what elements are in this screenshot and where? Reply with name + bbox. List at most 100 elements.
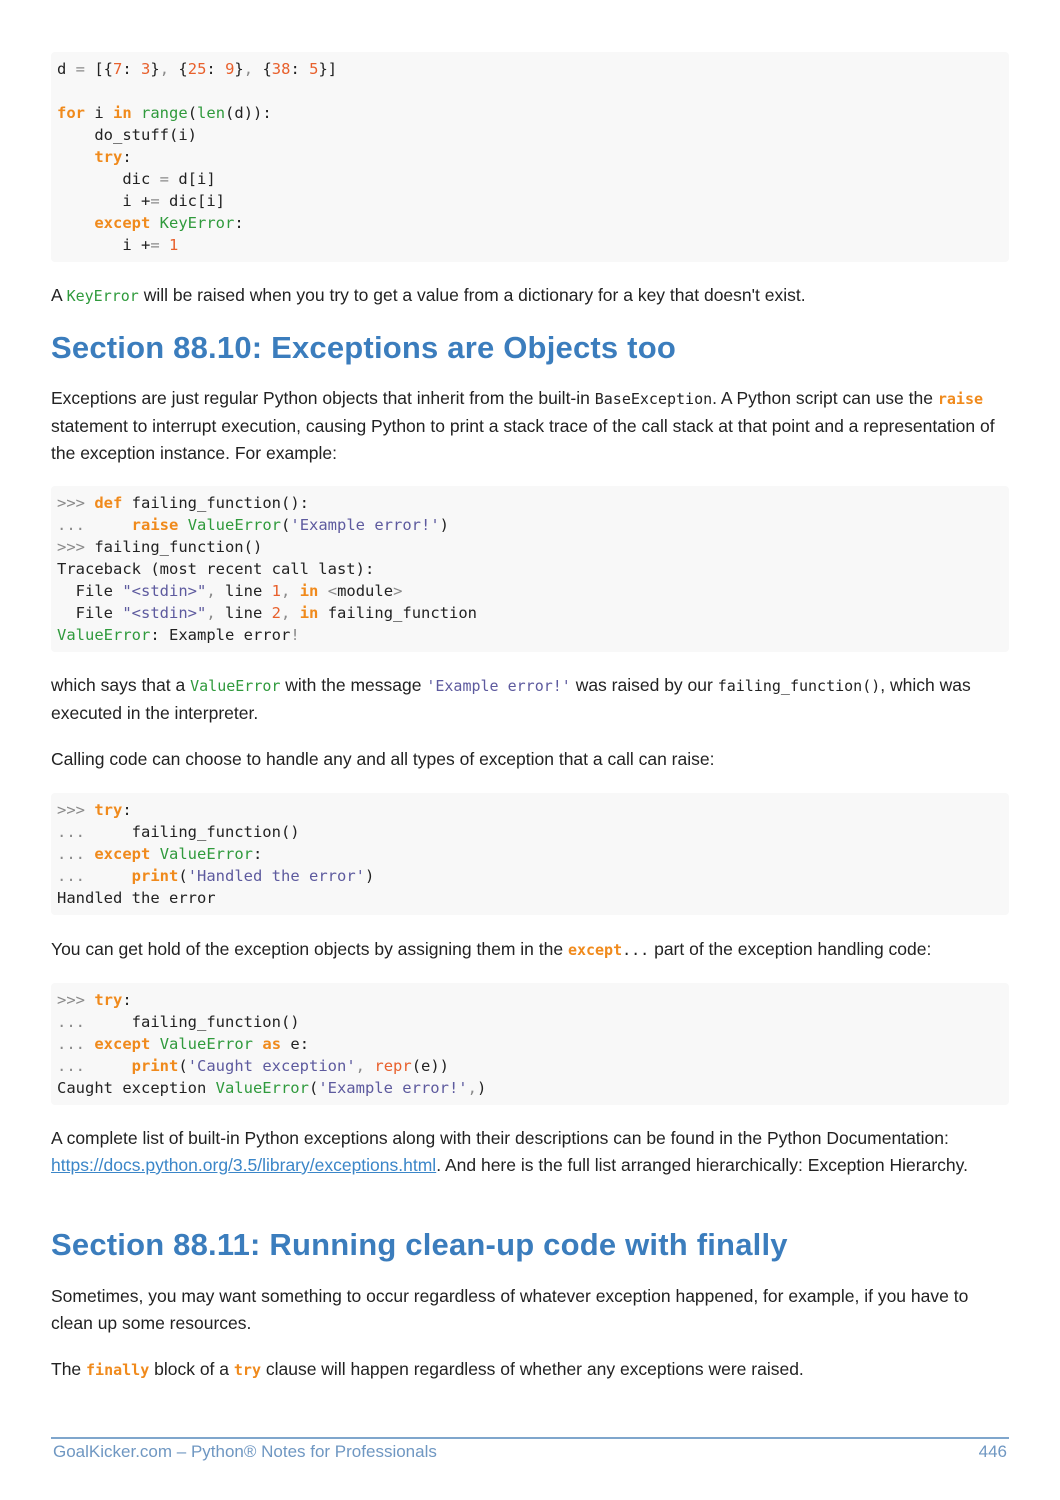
code-line: >>> try: — [57, 989, 1003, 1011]
code-token: i — [85, 104, 113, 122]
text-run: The — [51, 1359, 87, 1379]
text-run: A complete list of built-in Python excep… — [51, 1128, 949, 1148]
code-token: ValueError — [159, 845, 254, 863]
code-token: def — [94, 494, 123, 512]
code-token: do_stuff(i) — [57, 126, 197, 144]
code-token: except — [94, 1035, 151, 1053]
code-token: 7 — [113, 60, 123, 78]
code-token: line — [215, 604, 272, 622]
code-token: } — [234, 60, 244, 78]
code-line: Handled the error — [57, 887, 1003, 909]
code-token: 2 — [271, 604, 282, 622]
code-token: = — [150, 192, 160, 210]
code-token: 'Example error!' — [318, 1079, 468, 1097]
code-token: : — [206, 60, 226, 78]
text-run: will be raised when you try to get a val… — [138, 285, 806, 305]
text-run: with the message — [280, 675, 427, 695]
code-token: File — [57, 604, 123, 622]
code-token: : — [122, 60, 142, 78]
code-line: ... except ValueError as e: — [57, 1033, 1003, 1055]
code-line: ... raise ValueError('Example error!') — [57, 514, 1003, 536]
code-token: , — [281, 582, 291, 600]
paragraph-complete-list: A complete list of built-in Python excep… — [51, 1125, 1009, 1179]
code-token: d[i] — [169, 170, 216, 188]
code-token: ... — [57, 1013, 85, 1031]
code-token: ( — [281, 516, 291, 534]
inline-code: finally — [86, 1361, 150, 1379]
code-token: e: — [281, 1035, 310, 1053]
text-run: statement to interrupt execution, causin… — [51, 416, 995, 463]
paragraph-which-says: which says that a ValueError with the me… — [51, 672, 1009, 727]
text-run: block of a — [149, 1359, 234, 1379]
code-token: : — [122, 148, 132, 166]
code-token: 1 — [169, 236, 179, 254]
code-line: >>> try: — [57, 799, 1003, 821]
code-token: = — [75, 60, 86, 78]
code-token: failing_function(): — [122, 494, 309, 512]
inline-code: BaseException — [594, 390, 713, 408]
code-token: failing_function() — [85, 823, 300, 841]
code-line: ... failing_function() — [57, 821, 1003, 843]
code-token: dic — [57, 170, 160, 188]
code-token: ( — [178, 1057, 188, 1075]
code-line: ValueError: Example error! — [57, 624, 1003, 646]
code-token: ... — [57, 1057, 85, 1075]
code-token: : — [253, 845, 263, 863]
paragraph-calling-code: Calling code can choose to handle any an… — [51, 746, 1009, 773]
docs-link[interactable]: https://docs.python.org/3.5/library/exce… — [51, 1155, 436, 1175]
code-token: except — [94, 214, 151, 232]
code-line: ... failing_function() — [57, 1011, 1003, 1033]
code-token: : — [290, 60, 310, 78]
code-token: try — [94, 148, 123, 166]
code-token: 'Handled the error' — [187, 867, 365, 885]
code-token: : — [122, 991, 132, 1009]
code-token: ) — [476, 1079, 487, 1097]
code-token: 'Caught exception' — [187, 1057, 356, 1075]
code-token: for — [57, 104, 85, 122]
code-token: , — [467, 1079, 477, 1097]
code-token: } — [150, 60, 160, 78]
code-token: : Example error — [150, 626, 291, 644]
code-token: >>> — [57, 991, 85, 1009]
code-token: ( — [308, 1079, 319, 1097]
code-token: >>> — [57, 494, 85, 512]
code-token: Handled the error — [57, 889, 216, 907]
code-token: ValueError — [159, 1035, 254, 1053]
footer-title: GoalKicker.com – Python® Notes for Profe… — [53, 1442, 437, 1461]
code-token: , — [281, 604, 291, 622]
code-token: KeyError — [159, 214, 235, 232]
code-token: as — [262, 1035, 282, 1053]
code-token: try — [94, 991, 123, 1009]
text-run: Calling code can choose to handle any an… — [51, 749, 715, 769]
code-token: ... — [57, 1035, 85, 1053]
code-token: 38 — [271, 60, 291, 78]
code-token: line — [215, 582, 272, 600]
code-block-caught-exception: >>> try:... failing_function()... except… — [51, 983, 1009, 1105]
code-token: = — [150, 236, 160, 254]
code-token: in — [299, 604, 319, 622]
code-token: repr — [374, 1057, 412, 1075]
code-token: , — [355, 1057, 366, 1075]
code-token: { — [253, 60, 272, 78]
code-token: (e)) — [411, 1057, 450, 1075]
code-token: try — [94, 801, 123, 819]
code-token: failing_function() — [85, 1013, 300, 1031]
footer-divider — [51, 1437, 1009, 1439]
paragraph-sometimes: Sometimes, you may want something to occ… — [51, 1283, 1009, 1337]
code-token: (d)): — [225, 104, 272, 122]
code-token: "<stdin>" — [122, 604, 207, 622]
section-heading-88-11: Section 88.11: Running clean-up code wit… — [51, 1227, 788, 1262]
code-token: >>> — [57, 801, 85, 819]
code-token: ... — [57, 823, 85, 841]
code-token: ValueError — [187, 516, 282, 534]
code-token: ( — [187, 104, 198, 122]
code-block-handle-error: >>> try:... failing_function()... except… — [51, 793, 1009, 915]
